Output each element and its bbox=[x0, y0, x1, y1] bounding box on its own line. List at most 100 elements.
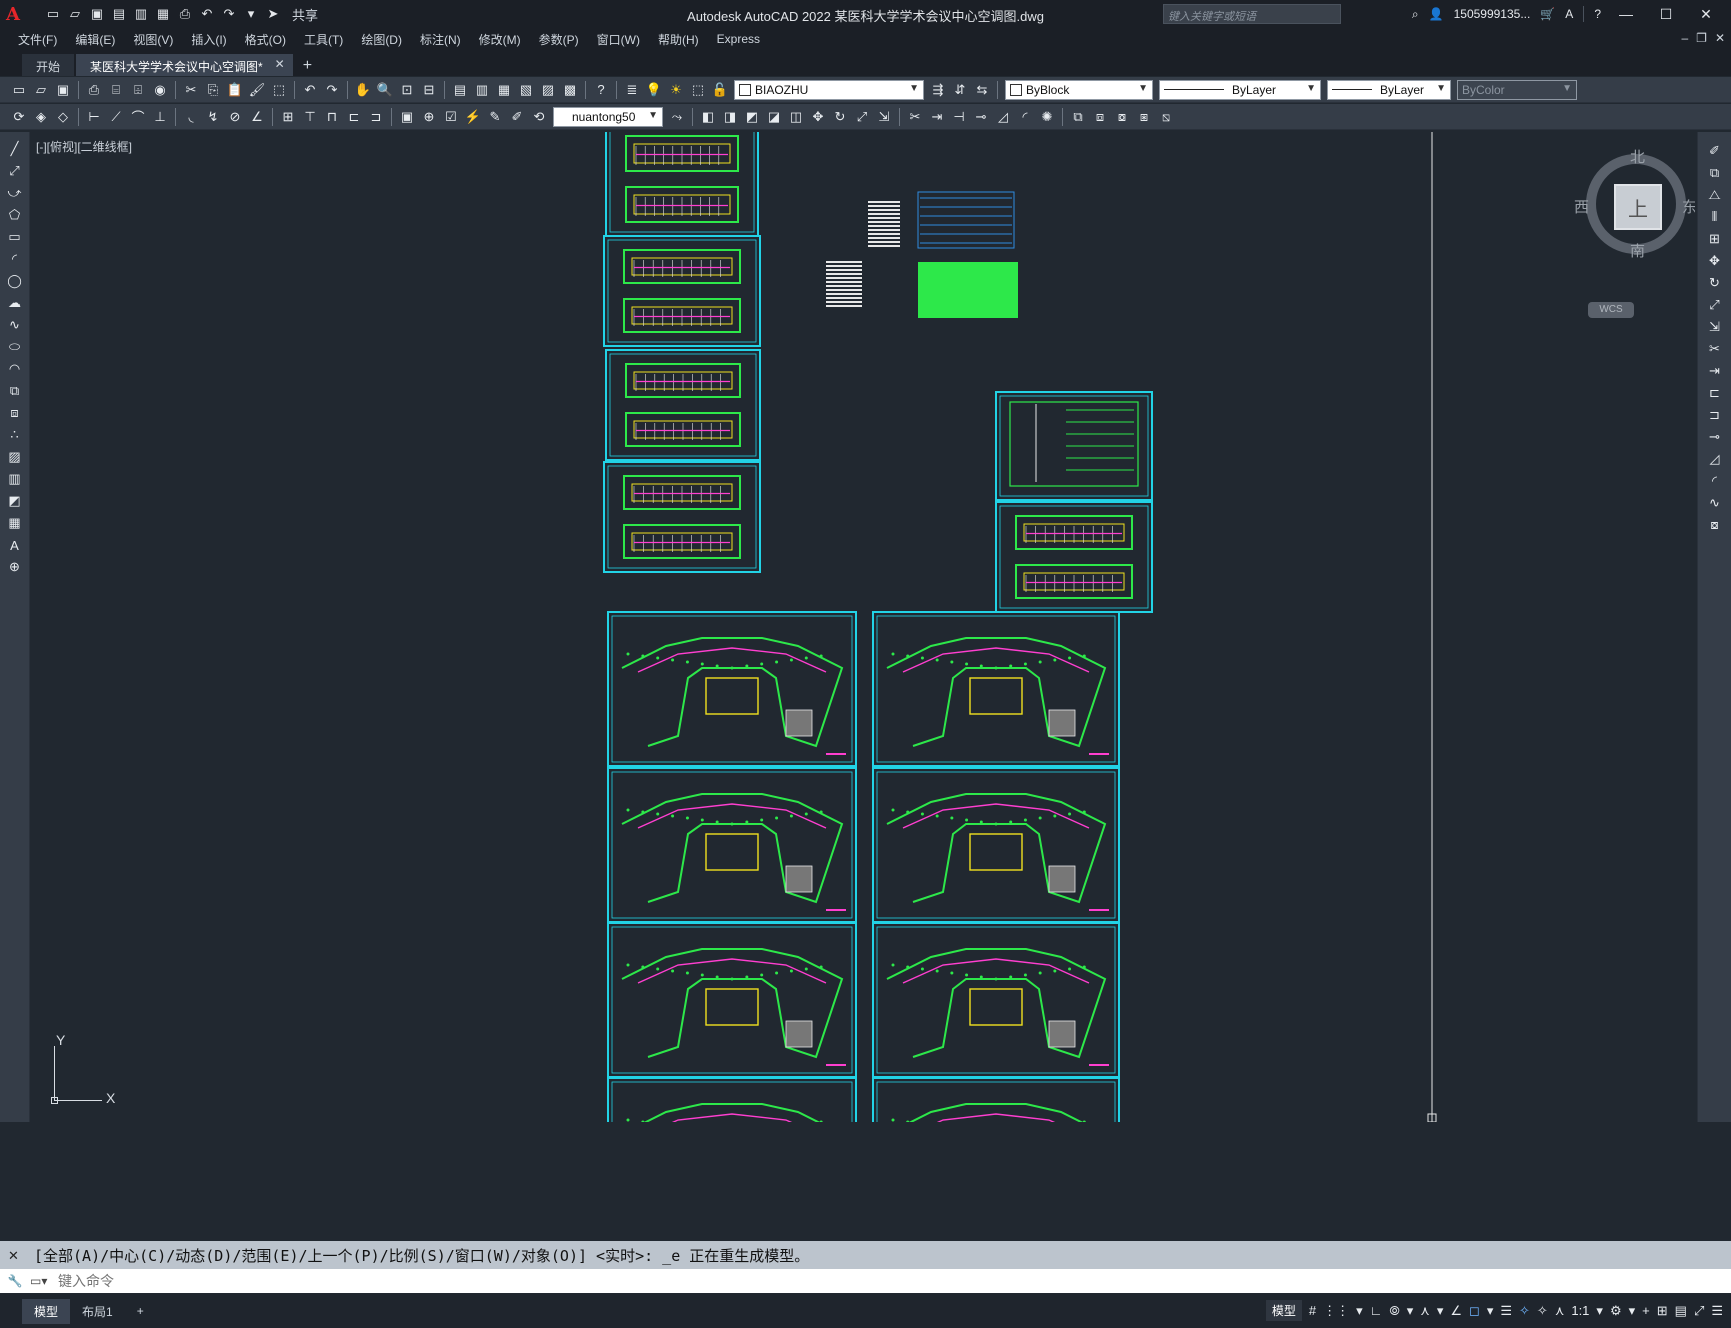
menu-modify[interactable]: 修改(M) bbox=[470, 31, 530, 48]
rectangle-icon[interactable]: ▭ bbox=[5, 228, 25, 246]
menu-dimension[interactable]: 标注(N) bbox=[411, 31, 470, 48]
share-icon[interactable]: ➤ bbox=[264, 5, 282, 23]
region-icon[interactable]: ◩ bbox=[5, 492, 25, 510]
annotation-scale-icon[interactable]: ⋏ bbox=[1555, 1303, 1565, 1319]
recent-commands-icon[interactable]: ▭▾ bbox=[30, 1274, 58, 1288]
pan-icon[interactable]: ✋ bbox=[354, 81, 372, 99]
calculator-icon[interactable]: ▩ bbox=[561, 81, 579, 99]
color-dropdown[interactable]: ByBlock ▼ bbox=[1005, 79, 1153, 100]
new-icon[interactable]: ▭ bbox=[44, 5, 62, 23]
linetype-dropdown[interactable]: ByLayer ▼ bbox=[1159, 79, 1321, 100]
scale-value[interactable]: 1:1 bbox=[1571, 1303, 1589, 1318]
dim-style-manager-icon[interactable]: ⤳ bbox=[668, 108, 686, 126]
3d-print-icon[interactable]: ◉ bbox=[151, 81, 169, 99]
dimstyle-dropdown[interactable]: nuantong50 ▼ bbox=[553, 106, 663, 127]
radius-dim-icon[interactable]: ◟ bbox=[182, 108, 200, 126]
mirror-icon[interactable]: ◩ bbox=[743, 108, 761, 126]
polar-icon[interactable]: ⦾ bbox=[1389, 1303, 1399, 1319]
array-icon[interactable]: ⊞ bbox=[1705, 230, 1725, 248]
undo-icon[interactable]: ↶ bbox=[301, 81, 319, 99]
menu-format[interactable]: 格式(O) bbox=[236, 31, 295, 48]
viewcube-west-label[interactable]: 西 bbox=[1574, 196, 1589, 217]
units-icon[interactable]: ⊞ bbox=[1657, 1303, 1668, 1319]
aligned-dim-icon[interactable]: ⟋ bbox=[107, 108, 125, 126]
make-block-icon[interactable]: ⧈ bbox=[1091, 108, 1109, 126]
menu-help[interactable]: 帮助(H) bbox=[649, 31, 708, 48]
layer-state-icon[interactable]: ⇆ bbox=[973, 81, 991, 99]
scale-icon[interactable]: ⤢ bbox=[1705, 296, 1725, 314]
dim-override-icon[interactable]: ◇ bbox=[54, 108, 72, 126]
close-command-line-icon[interactable]: ✕ bbox=[8, 1248, 19, 1264]
ellipse-arc-icon[interactable]: ◠ bbox=[5, 360, 25, 378]
viewport-controls[interactable]: [-][俯视][二维线框] bbox=[36, 138, 132, 155]
menu-tools[interactable]: 工具(T) bbox=[295, 31, 352, 48]
save-icon[interactable]: ▣ bbox=[54, 81, 72, 99]
design-center-icon[interactable]: ▥ bbox=[473, 81, 491, 99]
offset-icon[interactable]: ◪ bbox=[765, 108, 783, 126]
menu-edit[interactable]: 编辑(E) bbox=[66, 31, 124, 48]
construction-line-icon[interactable]: ⤢ bbox=[5, 162, 25, 180]
menu-view[interactable]: 视图(V) bbox=[124, 31, 182, 48]
center-mark-icon[interactable]: ⊕ bbox=[420, 108, 438, 126]
erase-icon[interactable]: ◧ bbox=[699, 108, 717, 126]
chevron-down-icon[interactable]: ▾ bbox=[1407, 1303, 1414, 1319]
menu-express[interactable]: Express bbox=[708, 32, 769, 46]
chevron-down-icon[interactable]: ▾ bbox=[1437, 1303, 1444, 1319]
menu-parametric[interactable]: 参数(P) bbox=[530, 31, 588, 48]
tab-start[interactable]: 开始 bbox=[22, 54, 75, 76]
open-icon[interactable]: ▱ bbox=[32, 81, 50, 99]
angular-dim-icon[interactable]: ∠ bbox=[248, 108, 266, 126]
linear-dim-icon[interactable]: ⊢ bbox=[85, 108, 103, 126]
layer-viewport-icon[interactable]: ⬚ bbox=[689, 81, 707, 99]
cut-icon[interactable]: ✂ bbox=[182, 81, 200, 99]
new-icon[interactable]: ▭ bbox=[10, 81, 28, 99]
move-icon[interactable]: ✥ bbox=[809, 108, 827, 126]
snap-icon[interactable]: ⋮⋮ bbox=[1323, 1303, 1349, 1319]
help-icon[interactable]: ? bbox=[592, 81, 610, 99]
move-icon[interactable]: ✥ bbox=[1705, 252, 1725, 270]
blend-curves-icon[interactable]: ∿ bbox=[1705, 494, 1725, 512]
dim-update2-icon[interactable]: ⟲ bbox=[530, 108, 548, 126]
doc-restore-button[interactable]: ❐ bbox=[1696, 31, 1707, 45]
annotation-visibility-icon[interactable]: ✧ bbox=[1519, 1303, 1530, 1319]
xref-icon[interactable]: ⧇ bbox=[1113, 108, 1131, 126]
layer-lock-icon[interactable]: 🔓 bbox=[711, 81, 729, 99]
explode-icon[interactable]: ⧇ bbox=[1705, 516, 1725, 534]
object-snap-tracking-icon[interactable]: ∠ bbox=[1450, 1303, 1462, 1319]
baseline-dim-icon[interactable]: ⊤ bbox=[301, 108, 319, 126]
dim-style-icon[interactable]: ◈ bbox=[32, 108, 50, 126]
continue-dim-icon[interactable]: ⊓ bbox=[323, 108, 341, 126]
auto-scale-icon[interactable]: ✧ bbox=[1537, 1303, 1548, 1319]
mtext-icon[interactable]: A bbox=[5, 536, 25, 554]
viewcube-top-face[interactable]: 上 bbox=[1614, 184, 1662, 230]
search-input[interactable]: 键入关键字或短语 bbox=[1163, 4, 1341, 24]
viewcube-north-label[interactable]: 北 bbox=[1630, 146, 1645, 167]
attach-icon[interactable]: ⧆ bbox=[1135, 108, 1153, 126]
chamfer-icon[interactable]: ◿ bbox=[994, 108, 1012, 126]
wcs-menu[interactable]: WCS bbox=[1588, 302, 1634, 318]
clip-icon[interactable]: ⧅ bbox=[1157, 108, 1175, 126]
dim-text-edit-icon[interactable]: ✐ bbox=[508, 108, 526, 126]
break-at-point-icon[interactable]: ⊏ bbox=[1705, 384, 1725, 402]
arc-icon[interactable]: ◜ bbox=[5, 250, 25, 268]
viewcube[interactable]: 上 北 南 西 东 bbox=[1574, 144, 1695, 264]
explode-icon[interactable]: ✺ bbox=[1038, 108, 1056, 126]
minimize-button[interactable]: — bbox=[1611, 6, 1641, 22]
full-screen-icon[interactable]: ⤢ bbox=[1694, 1303, 1704, 1319]
paste-icon[interactable]: 📋 bbox=[226, 81, 244, 99]
grid-icon[interactable]: # bbox=[1309, 1303, 1316, 1318]
menu-insert[interactable]: 插入(I) bbox=[182, 31, 235, 48]
layer-previous-icon[interactable]: ⇵ bbox=[951, 81, 969, 99]
viewcube-south-label[interactable]: 南 bbox=[1630, 240, 1645, 261]
doc-close-button[interactable]: ✕ bbox=[1715, 31, 1725, 45]
undo-icon[interactable]: ↶ bbox=[198, 5, 216, 23]
autocad-logo-icon[interactable]: A bbox=[0, 0, 26, 28]
customize-qat-icon[interactable]: ▾ bbox=[242, 5, 260, 23]
layer-dropdown[interactable]: BIAOZHU ▼ bbox=[734, 79, 924, 100]
autodesk-app-icon[interactable]: A bbox=[1565, 7, 1573, 21]
sheet-set-icon[interactable]: ▧ bbox=[517, 81, 535, 99]
arc-length-icon[interactable]: ⌒ bbox=[129, 108, 147, 126]
workspace-gear-icon[interactable]: ⚙ bbox=[1610, 1303, 1622, 1319]
zoom-window-icon[interactable]: ⊡ bbox=[398, 81, 416, 99]
insert-block-icon[interactable]: ⧉ bbox=[5, 382, 25, 400]
